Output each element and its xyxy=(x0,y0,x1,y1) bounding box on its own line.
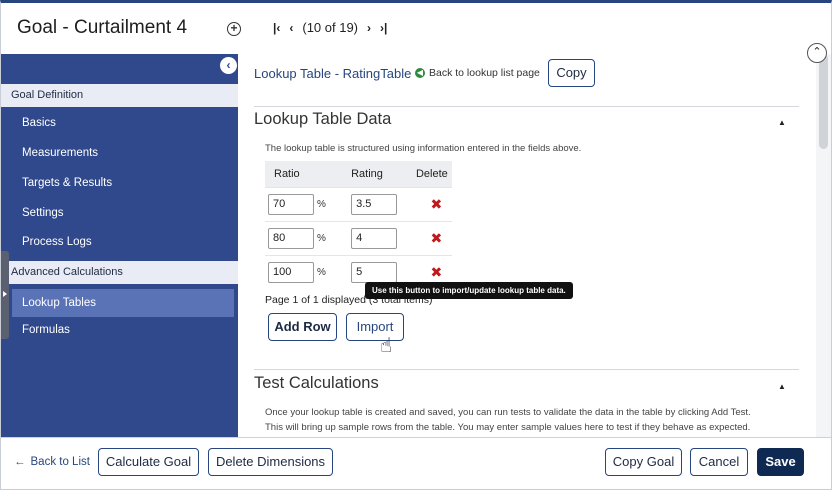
sidebar-item-process-logs[interactable]: Process Logs xyxy=(1,228,238,256)
column-header-ratio: Ratio xyxy=(265,161,343,187)
scroll-to-top-icon[interactable]: ⌃ xyxy=(807,43,827,63)
page-title: Goal - Curtailment 4 xyxy=(17,17,188,38)
sidebar-item-measurements[interactable]: Measurements xyxy=(1,139,238,167)
scrollbar-thumb[interactable] xyxy=(819,54,828,149)
test-calculations-title: Test Calculations xyxy=(254,374,379,392)
collapse-section-icon[interactable]: ▲ xyxy=(778,382,786,391)
table-row: 80% 4 ✖ xyxy=(265,220,452,255)
rating-input[interactable]: 4 xyxy=(351,227,398,249)
import-tooltip: Use this button to import/update lookup … xyxy=(365,282,573,299)
delete-row-icon[interactable]: ✖ xyxy=(421,230,452,247)
sidebar-item-lookup-tables[interactable]: Lookup Tables xyxy=(12,289,234,317)
add-row-button[interactable]: Add Row xyxy=(268,313,337,341)
add-circle-icon[interactable]: + xyxy=(227,22,241,36)
collapse-section-icon[interactable]: ▲ xyxy=(778,118,786,127)
sidebar-drag-handle[interactable] xyxy=(1,251,9,339)
next-record-icon[interactable]: › xyxy=(367,21,371,35)
sidebar-item-formulas[interactable]: Formulas xyxy=(1,316,238,344)
first-record-icon[interactable]: |‹ xyxy=(273,21,280,35)
main-content: Lookup Table - RatingTable ◀ Back to loo… xyxy=(238,54,816,437)
header: Goal - Curtailment 4 + |‹ ‹ (10 of 19) ›… xyxy=(1,3,831,54)
record-position: (10 of 19) xyxy=(302,20,359,35)
back-to-lookup-list-label: Back to lookup list page xyxy=(429,67,540,79)
column-header-rating: Rating xyxy=(342,161,412,187)
copy-goal-button[interactable]: Copy Goal xyxy=(605,448,682,476)
table-header-row: Ratio Rating Delete xyxy=(265,161,452,187)
delete-row-icon[interactable]: ✖ xyxy=(421,196,452,213)
rating-input[interactable]: 3.5 xyxy=(351,193,398,215)
percent-unit: % xyxy=(317,232,326,244)
divider xyxy=(254,106,799,107)
vertical-scrollbar[interactable] xyxy=(816,54,831,437)
back-to-list-label: Back to List xyxy=(30,456,90,468)
back-to-list-link[interactable]: ← Back to List xyxy=(14,456,90,468)
collapse-sidebar-icon[interactable]: ‹ xyxy=(220,57,237,74)
divider xyxy=(254,369,799,370)
delete-dimensions-button[interactable]: Delete Dimensions xyxy=(208,448,333,476)
prev-record-icon[interactable]: ‹ xyxy=(289,21,293,35)
delete-row-icon[interactable]: ✖ xyxy=(421,264,452,281)
lookup-table: Ratio Rating Delete 70% 3.5 ✖ 80% 4 ✖ 10… xyxy=(265,161,452,289)
lookup-table-note: The lookup table is structured using inf… xyxy=(265,143,582,154)
sidebar-item-settings[interactable]: Settings xyxy=(1,199,238,227)
column-header-delete: Delete xyxy=(411,161,452,187)
lookup-table-data-title: Lookup Table Data xyxy=(254,110,392,128)
sidebar: ‹ Goal Definition Basics Measurements Ta… xyxy=(1,54,238,437)
footer-toolbar: ← Back to List Calculate Goal Delete Dim… xyxy=(1,437,831,489)
percent-unit: % xyxy=(317,198,326,210)
percent-unit: % xyxy=(317,266,326,278)
back-to-lookup-list-link[interactable]: ◀ Back to lookup list page xyxy=(415,67,540,79)
import-button[interactable]: Import xyxy=(346,313,404,341)
copy-button[interactable]: Copy xyxy=(548,59,595,87)
save-button[interactable]: Save xyxy=(757,448,804,476)
sidebar-item-basics[interactable]: Basics xyxy=(1,109,238,137)
left-arrow-icon: ← xyxy=(14,456,26,468)
back-arrow-icon: ◀ xyxy=(415,68,425,78)
ratio-input[interactable]: 80 xyxy=(268,227,314,249)
sidebar-item-targets-results[interactable]: Targets & Results xyxy=(1,169,238,197)
hand-cursor-icon: ☝ xyxy=(380,335,393,357)
sidebar-section-advanced-calculations: Advanced Calculations xyxy=(1,261,238,284)
rating-input[interactable]: 5 xyxy=(351,261,398,283)
calculate-goal-button[interactable]: Calculate Goal xyxy=(98,448,199,476)
test-note-line1: Once your lookup table is created and sa… xyxy=(265,407,751,418)
sidebar-section-goal-definition: Goal Definition xyxy=(1,84,238,107)
cancel-button[interactable]: Cancel xyxy=(690,448,748,476)
test-note-line2: This will bring up sample rows from the … xyxy=(265,422,751,433)
lookup-table-heading: Lookup Table - RatingTable xyxy=(254,66,412,81)
record-pager: |‹ ‹ (10 of 19) › ›| xyxy=(273,20,387,35)
ratio-input[interactable]: 70 xyxy=(268,193,314,215)
table-row: 70% 3.5 ✖ xyxy=(265,186,452,221)
ratio-input[interactable]: 100 xyxy=(268,261,314,283)
app-window: Goal - Curtailment 4 + |‹ ‹ (10 of 19) ›… xyxy=(0,0,832,490)
last-record-icon[interactable]: ›| xyxy=(380,21,387,35)
